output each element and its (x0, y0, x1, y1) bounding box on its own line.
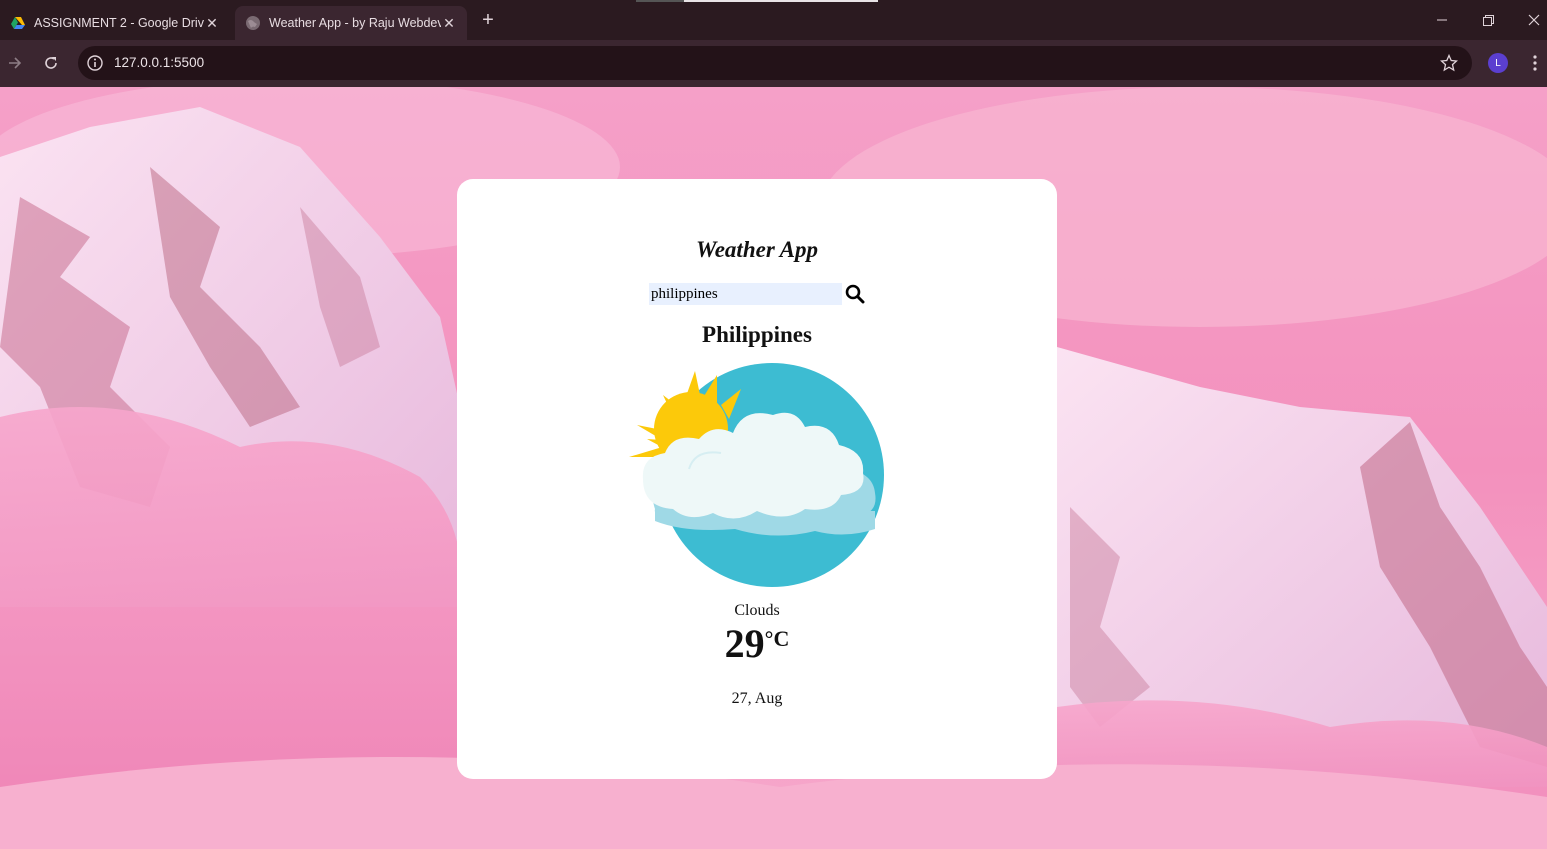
profile-avatar[interactable]: L (1488, 53, 1508, 73)
tab-weather-app[interactable]: Weather App - by Raju Webdev ✕ (235, 6, 467, 40)
bookmark-star-icon[interactable] (1440, 54, 1458, 72)
search-bar (649, 282, 869, 306)
weather-condition: Clouds (734, 602, 780, 619)
temperature-unit: °C (764, 626, 790, 651)
address-bar[interactable]: 127.0.0.1:5500 (78, 46, 1472, 80)
restore-icon[interactable] (1478, 10, 1498, 30)
globe-icon (246, 16, 260, 30)
minimize-icon[interactable] (1432, 10, 1452, 30)
loading-bar (636, 0, 878, 2)
city-search-input[interactable] (649, 283, 842, 305)
tab-title: ASSIGNMENT 2 - Google Drive (34, 16, 204, 30)
browser-tab-strip: ASSIGNMENT 2 - Google Drive ✕ Weather Ap… (0, 0, 1547, 40)
tab-title: Weather App - by Raju Webdev (269, 16, 441, 30)
page-viewport: Weather App Philippines (0, 87, 1547, 849)
temperature-value: 29 (724, 621, 765, 666)
site-info-icon[interactable] (86, 54, 104, 72)
city-name: Philippines (702, 322, 812, 347)
google-drive-icon (11, 17, 25, 29)
sun-behind-clouds-icon (629, 363, 884, 587)
weather-card: Weather App Philippines (457, 179, 1057, 779)
app-title: Weather App (695, 237, 819, 262)
reload-icon[interactable] (40, 52, 62, 74)
date-label: 27, Aug (731, 690, 783, 707)
close-window-icon[interactable] (1524, 10, 1544, 30)
search-button[interactable] (843, 282, 867, 306)
browser-menu-icon[interactable] (1526, 52, 1544, 74)
close-tab-icon[interactable]: ✕ (441, 15, 457, 31)
close-tab-icon[interactable]: ✕ (204, 15, 220, 31)
tab-google-drive[interactable]: ASSIGNMENT 2 - Google Drive ✕ (0, 6, 230, 40)
url-text: 127.0.0.1:5500 (114, 55, 205, 70)
new-tab-button[interactable]: + (478, 10, 498, 30)
search-icon (845, 284, 865, 304)
forward-icon[interactable] (4, 52, 26, 74)
browser-toolbar: 127.0.0.1:5500 L (0, 40, 1547, 87)
temperature-display: 29°C (457, 620, 1057, 667)
